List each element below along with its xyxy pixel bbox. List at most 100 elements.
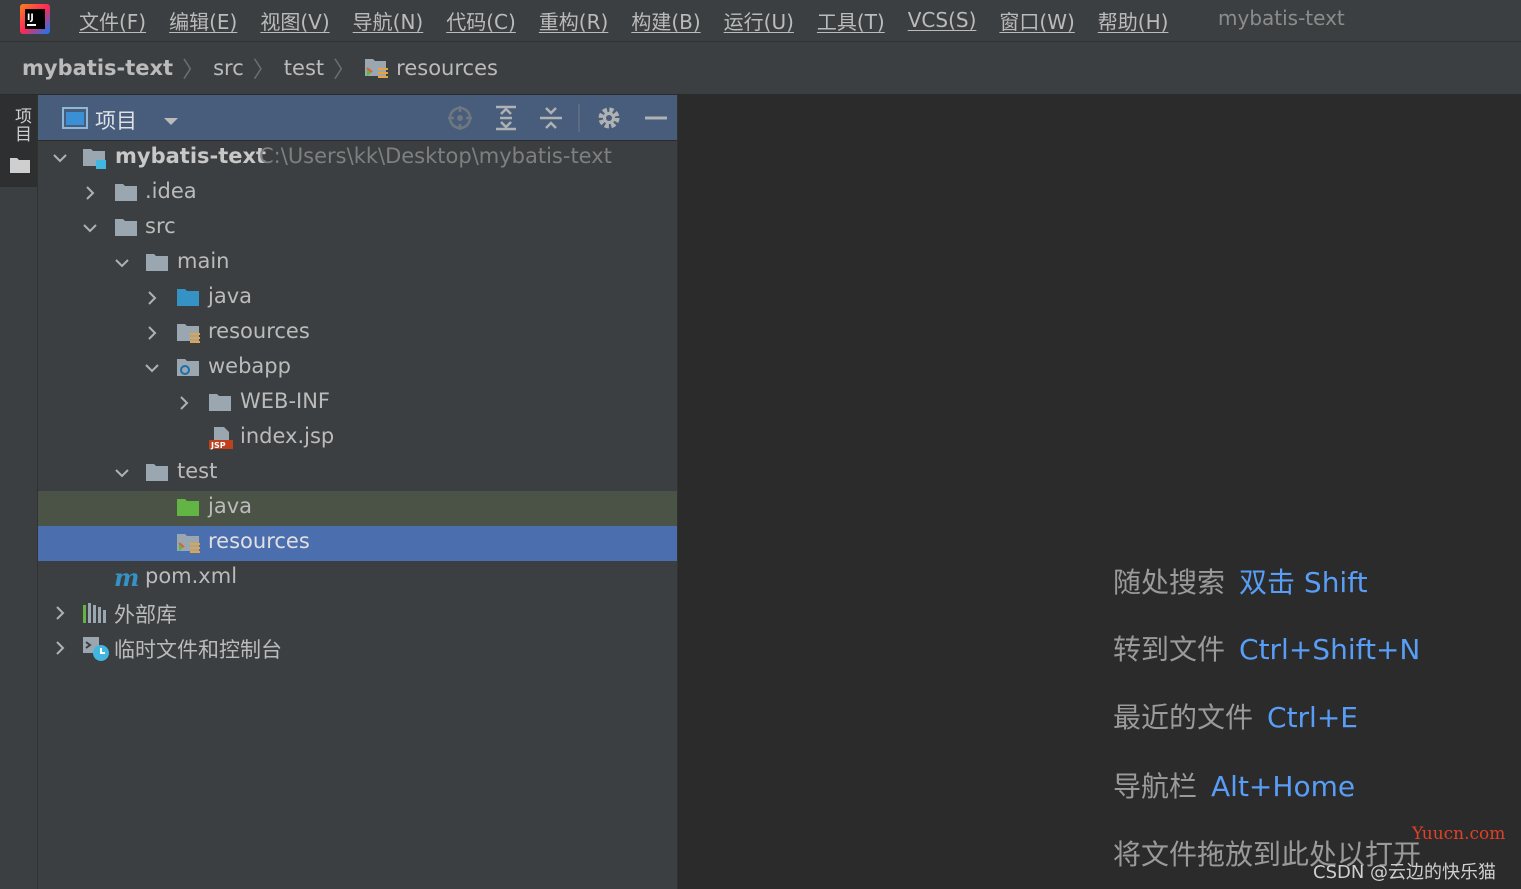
menu-code[interactable]: 代码(C)	[446, 6, 516, 35]
breadcrumb-item-src[interactable]: src	[213, 56, 244, 80]
tree-item-label: java	[208, 494, 252, 518]
tree-item-main-java[interactable]: java	[38, 281, 677, 316]
chevron-right-icon[interactable]	[144, 325, 160, 341]
site-watermark: Yuucn.com	[1412, 824, 1506, 844]
menu-edit[interactable]: 编辑(E)	[169, 6, 237, 35]
minimize-icon[interactable]	[642, 104, 670, 132]
breadcrumb-separator-icon: 〉	[252, 58, 275, 83]
hint-goto-file: 转到文件 Ctrl+Shift+N	[1113, 628, 1420, 668]
hint-shortcut: 双击 Shift	[1239, 566, 1368, 599]
tree-item-label: java	[208, 284, 252, 308]
folder-icon	[208, 391, 234, 415]
folder-icon	[145, 461, 171, 485]
chevron-right-icon[interactable]	[82, 185, 98, 201]
source-folder-icon	[176, 286, 202, 310]
chevron-down-icon[interactable]	[82, 220, 98, 236]
menu-file[interactable]: 文件(F)	[79, 6, 146, 35]
gear-icon[interactable]	[595, 104, 623, 132]
tree-item-label: 临时文件和控制台	[114, 638, 282, 662]
collapse-all-icon[interactable]	[537, 104, 565, 132]
test-resources-folder-icon	[364, 56, 390, 80]
menu-build[interactable]: 构建(B)	[631, 6, 700, 35]
folder-icon	[114, 216, 140, 240]
breadcrumb-item-project[interactable]: mybatis-text	[22, 56, 173, 80]
project-view-icon	[62, 107, 88, 133]
tree-item-label: mybatis-text	[115, 144, 267, 168]
editor-empty-area[interactable]: 随处搜索 双击 Shift 转到文件 Ctrl+Shift+N 最近的文件 Ctrl+…	[678, 95, 1521, 889]
tree-item-label: src	[145, 214, 176, 238]
hint-shortcut: Alt+Home	[1211, 770, 1356, 803]
resources-folder-icon	[176, 321, 202, 345]
svg-text:IJ: IJ	[27, 13, 34, 23]
chevron-down-icon[interactable]	[163, 112, 179, 131]
folder-icon	[145, 251, 171, 275]
hint-label: 最近的文件	[1113, 701, 1254, 734]
chevron-down-icon[interactable]	[52, 150, 68, 166]
tree-item-label: test	[177, 459, 218, 483]
tree-item-test-resources[interactable]: resources	[38, 526, 677, 561]
tree-item-index-jsp[interactable]: JSP index.jsp	[38, 421, 677, 456]
tree-item-idea[interactable]: .idea	[38, 176, 677, 211]
chevron-right-icon[interactable]	[144, 290, 160, 306]
tree-item-main-resources[interactable]: resources	[38, 316, 677, 351]
menu-refactor[interactable]: 重构(R)	[539, 6, 609, 35]
hint-navigation-bar: 导航栏 Alt+Home	[1113, 765, 1355, 805]
tree-item-scratches[interactable]: 临时文件和控制台	[38, 631, 677, 666]
tree-item-label: WEB-INF	[240, 389, 330, 413]
library-icon	[82, 601, 108, 625]
maven-icon: m	[114, 563, 140, 592]
locate-crosshair-icon[interactable]	[446, 104, 474, 132]
web-folder-icon	[176, 356, 202, 380]
breadcrumb-item-test[interactable]: test	[284, 56, 324, 80]
module-folder-icon	[82, 146, 108, 170]
tree-item-project-root[interactable]: mybatis-text C:\Users\kk\Desktop\mybatis…	[38, 141, 677, 176]
test-resources-folder-icon	[176, 531, 202, 555]
menu-view[interactable]: 视图(V)	[260, 6, 329, 35]
tree-item-main[interactable]: main	[38, 246, 677, 281]
breadcrumb-separator-icon: 〉	[182, 58, 205, 83]
scratches-icon	[82, 636, 109, 661]
tree-item-path: C:\Users\kk\Desktop\mybatis-text	[259, 144, 612, 168]
test-source-folder-icon	[176, 496, 202, 520]
intellij-logo-icon[interactable]: IJ	[20, 4, 50, 34]
chevron-right-icon[interactable]	[52, 605, 68, 621]
tree-item-test[interactable]: test	[38, 456, 677, 491]
hint-recent-files: 最近的文件 Ctrl+E	[1113, 696, 1358, 736]
tree-item-label: webapp	[208, 354, 291, 378]
menu-run[interactable]: 运行(U)	[724, 6, 794, 35]
menu-vcs[interactable]: VCS(S)	[908, 8, 977, 32]
tree-item-label: resources	[208, 529, 310, 553]
tree-item-external-libraries[interactable]: 外部库	[38, 596, 677, 631]
menu-window[interactable]: 窗口(W)	[999, 6, 1074, 35]
menu-navigate[interactable]: 导航(N)	[353, 6, 424, 35]
svg-text:JSP: JSP	[210, 441, 226, 450]
menu-tools[interactable]: 工具(T)	[817, 6, 885, 35]
breadcrumb-separator-icon: 〉	[333, 58, 356, 83]
project-panel-title[interactable]: 项目	[95, 105, 137, 135]
tree-item-web-inf[interactable]: WEB-INF	[38, 386, 677, 421]
chevron-down-icon[interactable]	[114, 255, 130, 271]
tree-item-src[interactable]: src	[38, 211, 677, 246]
tree-item-webapp[interactable]: webapp	[38, 351, 677, 386]
project-tool-button[interactable]: 项目	[0, 95, 37, 187]
breadcrumb: mybatis-text 〉 src 〉 test 〉 resources	[0, 42, 1521, 95]
expand-all-icon[interactable]	[492, 104, 520, 132]
chevron-down-icon[interactable]	[114, 465, 130, 481]
breadcrumb-item-resources[interactable]: resources	[364, 56, 498, 80]
chevron-right-icon[interactable]	[52, 640, 68, 656]
tool-window-stripe: 项目	[0, 95, 38, 889]
tree-item-label: .idea	[145, 179, 197, 203]
menu-help[interactable]: 帮助(H)	[1098, 6, 1169, 35]
hint-search-everywhere: 随处搜索 双击 Shift	[1113, 561, 1368, 601]
tree-item-label: main	[177, 249, 230, 273]
tree-item-pom-xml[interactable]: m pom.xml	[38, 561, 677, 596]
folder-icon	[114, 181, 140, 205]
hint-label: 转到文件	[1113, 633, 1226, 666]
chevron-down-icon[interactable]	[144, 360, 160, 376]
tree-item-test-java[interactable]: java	[38, 491, 677, 526]
breadcrumb-label: resources	[396, 56, 498, 80]
tree-item-label: pom.xml	[145, 564, 238, 588]
svg-text:m: m	[114, 566, 139, 590]
chevron-right-icon[interactable]	[176, 395, 192, 411]
toolbar-divider	[578, 104, 580, 132]
